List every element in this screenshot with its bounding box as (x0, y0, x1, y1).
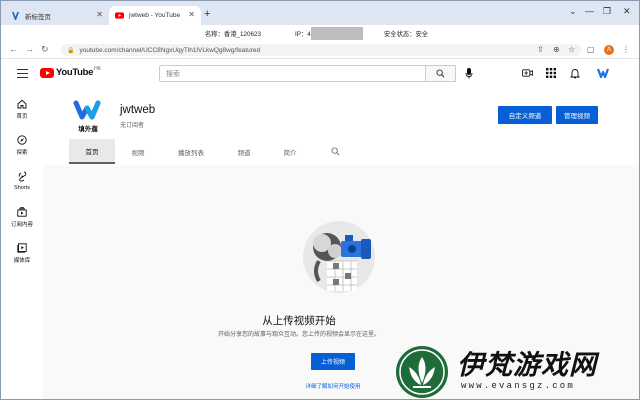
sidebar-item-label: 媒体库 (13, 258, 31, 264)
sidebar-item-label: Shorts (14, 185, 30, 191)
tab-search-icon[interactable]: ⌄ (569, 6, 577, 16)
new-tab-button[interactable]: + (204, 9, 210, 20)
manage-videos-button[interactable]: 管理视频 (556, 106, 598, 124)
security-status: 安全状态：安全 (384, 31, 429, 38)
sidebar-item-home[interactable]: 首页 (1, 99, 43, 120)
close-window-icon[interactable]: ✕ (623, 6, 631, 16)
empty-state-description: 开始分享您的故事与观众互动。您上传的视频会显示在这里。 (217, 332, 380, 338)
address-row: ← → ↻ 🔒 youtube.com/channel/UCC8NgxUqyTl… (1, 41, 639, 59)
watermark-title: 伊梵游戏网 (457, 350, 597, 380)
sidebar: 首页 探索 Shorts 订阅内容 媒体库 (1, 89, 43, 399)
home-icon (17, 99, 27, 109)
upload-video-button[interactable]: 上传视频 (311, 353, 355, 370)
minimize-icon[interactable]: — (585, 6, 594, 16)
tab-videos[interactable]: 视频 (119, 139, 157, 164)
tab-strip: 新标签页 ✕ jwtweb - YouTube ✕ + ⌄ — ❐ ✕ (1, 1, 639, 25)
youtube-logo[interactable]: YouTube HK (40, 65, 102, 78)
search-button[interactable] (426, 65, 456, 82)
bookmark-star-icon[interactable]: ☆ (568, 44, 575, 55)
close-tab-icon[interactable]: ✕ (96, 10, 103, 20)
tab-channels[interactable]: 频道 (225, 139, 263, 164)
customize-channel-button[interactable]: 自定义频道 (498, 106, 552, 124)
tab-about[interactable]: 简介 (271, 139, 309, 164)
url-text: youtube.com/channel/UCC8NgxUqyTlh1lVLkwQ… (79, 46, 261, 54)
search-input[interactable]: 搜索 (159, 65, 426, 82)
channel-search-icon[interactable] (331, 147, 340, 156)
tab-label: 新标签页 (25, 13, 51, 21)
explore-icon (17, 135, 27, 145)
subscriber-count: 无订阅者 (120, 123, 145, 129)
maximize-icon[interactable]: ❐ (603, 6, 611, 16)
tab-youtube[interactable]: jwtweb - YouTube ✕ (109, 6, 201, 25)
sidebar-item-library[interactable]: 媒体库 (1, 243, 43, 264)
sidebar-panel-icon[interactable]: ▢ (587, 44, 595, 55)
tab-home[interactable]: 首页 (69, 139, 115, 164)
back-icon[interactable]: ← (9, 44, 18, 55)
translate-icon[interactable]: ⊕ (553, 44, 560, 55)
browser-window: 新标签页 ✕ jwtweb - YouTube ✕ + ⌄ — ❐ ✕ 名称：香… (0, 0, 640, 400)
address-bar[interactable]: 🔒 youtube.com/channel/UCC8NgxUqyTlh1lVLk… (61, 44, 581, 56)
hamburger-menu-icon[interactable] (17, 69, 28, 78)
sidebar-item-explore[interactable]: 探索 (1, 135, 43, 156)
sidebar-item-shorts[interactable]: Shorts (1, 171, 43, 191)
channel-name: jwtweb (120, 104, 156, 116)
sidebar-item-subscriptions[interactable]: 订阅内容 (1, 207, 43, 228)
microphone-icon[interactable] (465, 68, 473, 79)
region-code: HK (94, 65, 102, 72)
library-icon (17, 243, 27, 253)
channel-logo-caption: 填外遛 (78, 126, 98, 133)
lock-icon: 🔒 (67, 47, 75, 54)
empty-state-title: 从上传视频开始 (262, 315, 336, 327)
youtube-play-icon (40, 67, 54, 78)
channel-avatar[interactable]: 填外遛 (72, 99, 104, 133)
tab-label: jwtweb - YouTube (129, 12, 181, 19)
watermark-url: www.evansgz.com (461, 381, 576, 391)
camera-person-illustration (303, 221, 375, 293)
profile-avatar[interactable]: A (604, 45, 614, 55)
more-menu-icon[interactable]: ⋮ (622, 44, 630, 55)
channel-avatar-icon[interactable] (596, 66, 610, 80)
share-icon[interactable]: ⇪ (537, 44, 544, 55)
tab-playlists[interactable]: 播放列表 (165, 139, 217, 164)
site-watermark: 伊梵游戏网 www.evansgz.com (381, 339, 639, 399)
forward-icon[interactable]: → (25, 44, 34, 55)
tab-new-tab[interactable]: 新标签页 ✕ (5, 6, 109, 25)
search-icon (436, 69, 445, 78)
youtube-wordmark: YouTube (56, 67, 94, 78)
apps-grid-icon[interactable] (546, 68, 556, 78)
reload-icon[interactable]: ↻ (41, 44, 49, 55)
sidebar-item-label: 首页 (16, 114, 28, 120)
close-tab-icon[interactable]: ✕ (188, 10, 195, 20)
browser-logo-icon (11, 11, 20, 20)
notifications-bell-icon[interactable] (570, 68, 580, 79)
channel-header: 填外遛 jwtweb 无订阅者 自定义频道 管理视频 首页 视频 播放列表 频道… (43, 89, 639, 165)
sidebar-item-label: 探索 (16, 150, 28, 156)
channel-tabs: 首页 视频 播放列表 频道 简介 (69, 139, 629, 164)
youtube-favicon-icon (115, 11, 124, 20)
search-placeholder: 搜索 (166, 70, 180, 78)
proxy-name: 名称：香港_120623 (205, 31, 261, 38)
proxy-info-bar: 名称：香港_120623 IP：43. 安全状态：安全 (1, 25, 639, 41)
youtube-header: YouTube HK 搜索 (1, 59, 639, 89)
sidebar-item-label: 订阅内容 (10, 222, 33, 228)
shorts-icon (18, 171, 26, 182)
redacted-mask (311, 27, 363, 40)
watermark-logo (396, 346, 448, 398)
create-video-icon[interactable] (522, 68, 533, 78)
subscriptions-icon (17, 207, 27, 217)
